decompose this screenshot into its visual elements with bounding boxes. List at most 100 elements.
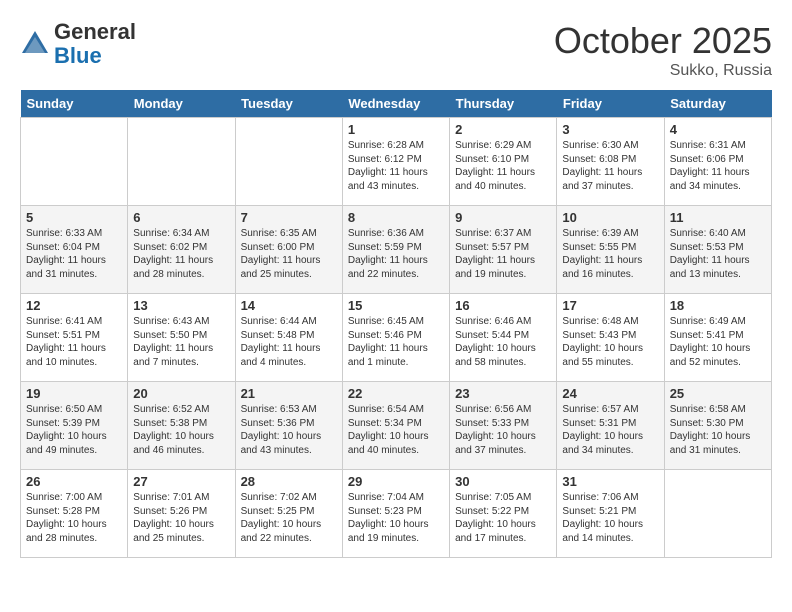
calendar-cell: 3 Sunrise: 6:30 AM Sunset: 6:08 PM Daylig… <box>557 118 664 206</box>
day-info: Sunrise: 7:06 AM Sunset: 5:21 PM Dayligh… <box>562 491 658 545</box>
day-number: 26 <box>26 474 122 489</box>
calendar-cell: 23 Sunrise: 6:56 AM Sunset: 5:33 PM Dayli… <box>450 382 557 470</box>
day-header-monday: Monday <box>128 90 235 118</box>
day-number: 16 <box>455 298 551 313</box>
calendar-cell: 9 Sunrise: 6:37 AM Sunset: 5:57 PM Daylig… <box>450 206 557 294</box>
day-info: Sunrise: 6:35 AM Sunset: 6:00 PM Dayligh… <box>241 227 337 281</box>
day-info: Sunrise: 7:05 AM Sunset: 5:22 PM Dayligh… <box>455 491 551 545</box>
calendar-week-1: 1 Sunrise: 6:28 AM Sunset: 6:12 PM Daylig… <box>21 118 772 206</box>
day-info: Sunrise: 7:00 AM Sunset: 5:28 PM Dayligh… <box>26 491 122 545</box>
day-number: 28 <box>241 474 337 489</box>
calendar-table: SundayMondayTuesdayWednesdayThursdayFrid… <box>20 90 772 558</box>
calendar-week-4: 19 Sunrise: 6:50 AM Sunset: 5:39 PM Dayli… <box>21 382 772 470</box>
day-number: 13 <box>133 298 229 313</box>
day-info: Sunrise: 6:53 AM Sunset: 5:36 PM Dayligh… <box>241 403 337 457</box>
day-info: Sunrise: 6:29 AM Sunset: 6:10 PM Dayligh… <box>455 139 551 193</box>
day-number: 30 <box>455 474 551 489</box>
day-number: 14 <box>241 298 337 313</box>
day-info: Sunrise: 6:37 AM Sunset: 5:57 PM Dayligh… <box>455 227 551 281</box>
day-info: Sunrise: 6:45 AM Sunset: 5:46 PM Dayligh… <box>348 315 444 369</box>
day-info: Sunrise: 6:52 AM Sunset: 5:38 PM Dayligh… <box>133 403 229 457</box>
calendar-cell: 2 Sunrise: 6:29 AM Sunset: 6:10 PM Daylig… <box>450 118 557 206</box>
calendar-cell: 22 Sunrise: 6:54 AM Sunset: 5:34 PM Dayli… <box>342 382 449 470</box>
logo-icon <box>20 29 50 59</box>
day-header-saturday: Saturday <box>664 90 771 118</box>
day-number: 1 <box>348 122 444 137</box>
day-info: Sunrise: 7:04 AM Sunset: 5:23 PM Dayligh… <box>348 491 444 545</box>
logo-blue-text: Blue <box>54 43 102 68</box>
calendar-cell: 6Sunrise: 6:34 AM Sunset: 6:02 PM Daylig… <box>128 206 235 294</box>
calendar-cell: 26 Sunrise: 7:00 AM Sunset: 5:28 PM Dayli… <box>21 470 128 558</box>
calendar-cell: 18 Sunrise: 6:49 AM Sunset: 5:41 PM Dayli… <box>664 294 771 382</box>
day-info: Sunrise: 7:02 AM Sunset: 5:25 PM Dayligh… <box>241 491 337 545</box>
day-info: Sunrise: 6:56 AM Sunset: 5:33 PM Dayligh… <box>455 403 551 457</box>
calendar-week-2: 5Sunrise: 6:33 AM Sunset: 6:04 PM Daylig… <box>21 206 772 294</box>
day-number: 22 <box>348 386 444 401</box>
day-info: Sunrise: 6:31 AM Sunset: 6:06 PM Dayligh… <box>670 139 766 193</box>
calendar-cell: 28 Sunrise: 7:02 AM Sunset: 5:25 PM Dayli… <box>235 470 342 558</box>
day-number: 23 <box>455 386 551 401</box>
day-info: Sunrise: 6:40 AM Sunset: 5:53 PM Dayligh… <box>670 227 766 281</box>
day-number: 27 <box>133 474 229 489</box>
day-number: 20 <box>133 386 229 401</box>
day-info: Sunrise: 6:28 AM Sunset: 6:12 PM Dayligh… <box>348 139 444 193</box>
day-info: Sunrise: 6:50 AM Sunset: 5:39 PM Dayligh… <box>26 403 122 457</box>
day-info: Sunrise: 6:49 AM Sunset: 5:41 PM Dayligh… <box>670 315 766 369</box>
day-number: 10 <box>562 210 658 225</box>
day-info: Sunrise: 6:43 AM Sunset: 5:50 PM Dayligh… <box>133 315 229 369</box>
calendar-week-5: 26 Sunrise: 7:00 AM Sunset: 5:28 PM Dayli… <box>21 470 772 558</box>
day-info: Sunrise: 7:01 AM Sunset: 5:26 PM Dayligh… <box>133 491 229 545</box>
calendar-cell: 8 Sunrise: 6:36 AM Sunset: 5:59 PM Daylig… <box>342 206 449 294</box>
day-number: 18 <box>670 298 766 313</box>
day-info: Sunrise: 6:36 AM Sunset: 5:59 PM Dayligh… <box>348 227 444 281</box>
day-number: 4 <box>670 122 766 137</box>
calendar-cell: 31 Sunrise: 7:06 AM Sunset: 5:21 PM Dayli… <box>557 470 664 558</box>
day-info: Sunrise: 6:48 AM Sunset: 5:43 PM Dayligh… <box>562 315 658 369</box>
day-header-thursday: Thursday <box>450 90 557 118</box>
day-header-sunday: Sunday <box>21 90 128 118</box>
day-info: Sunrise: 6:33 AM Sunset: 6:04 PM Dayligh… <box>26 227 122 281</box>
day-number: 3 <box>562 122 658 137</box>
day-info: Sunrise: 6:54 AM Sunset: 5:34 PM Dayligh… <box>348 403 444 457</box>
logo-general-text: General <box>54 19 136 44</box>
day-number: 24 <box>562 386 658 401</box>
calendar-cell: 11 Sunrise: 6:40 AM Sunset: 5:53 PM Dayli… <box>664 206 771 294</box>
day-number: 9 <box>455 210 551 225</box>
day-header-wednesday: Wednesday <box>342 90 449 118</box>
day-info: Sunrise: 6:57 AM Sunset: 5:31 PM Dayligh… <box>562 403 658 457</box>
month-title: October 2025 <box>554 20 772 62</box>
calendar-cell: 13 Sunrise: 6:43 AM Sunset: 5:50 PM Dayli… <box>128 294 235 382</box>
calendar-cell: 17 Sunrise: 6:48 AM Sunset: 5:43 PM Dayli… <box>557 294 664 382</box>
day-info: Sunrise: 6:58 AM Sunset: 5:30 PM Dayligh… <box>670 403 766 457</box>
calendar-cell: 27 Sunrise: 7:01 AM Sunset: 5:26 PM Dayli… <box>128 470 235 558</box>
day-info: Sunrise: 6:46 AM Sunset: 5:44 PM Dayligh… <box>455 315 551 369</box>
page-header: General Blue October 2025 Sukko, Russia <box>20 20 772 80</box>
calendar-cell <box>235 118 342 206</box>
day-info: Sunrise: 6:44 AM Sunset: 5:48 PM Dayligh… <box>241 315 337 369</box>
calendar-cell <box>128 118 235 206</box>
day-info: Sunrise: 6:39 AM Sunset: 5:55 PM Dayligh… <box>562 227 658 281</box>
day-number: 11 <box>670 210 766 225</box>
day-number: 25 <box>670 386 766 401</box>
day-info: Sunrise: 6:41 AM Sunset: 5:51 PM Dayligh… <box>26 315 122 369</box>
day-info: Sunrise: 6:30 AM Sunset: 6:08 PM Dayligh… <box>562 139 658 193</box>
day-number: 2 <box>455 122 551 137</box>
calendar-cell: 14 Sunrise: 6:44 AM Sunset: 5:48 PM Dayli… <box>235 294 342 382</box>
day-number: 7 <box>241 210 337 225</box>
day-number: 29 <box>348 474 444 489</box>
calendar-cell: 1 Sunrise: 6:28 AM Sunset: 6:12 PM Daylig… <box>342 118 449 206</box>
day-number: 19 <box>26 386 122 401</box>
calendar-cell <box>664 470 771 558</box>
day-number: 21 <box>241 386 337 401</box>
location-subtitle: Sukko, Russia <box>554 62 772 80</box>
day-number: 12 <box>26 298 122 313</box>
day-info: Sunrise: 6:34 AM Sunset: 6:02 PM Dayligh… <box>133 227 229 281</box>
day-header-tuesday: Tuesday <box>235 90 342 118</box>
calendar-cell: 16 Sunrise: 6:46 AM Sunset: 5:44 PM Dayli… <box>450 294 557 382</box>
day-number: 17 <box>562 298 658 313</box>
calendar-cell: 15Sunrise: 6:45 AM Sunset: 5:46 PM Dayli… <box>342 294 449 382</box>
day-number: 31 <box>562 474 658 489</box>
calendar-cell: 19 Sunrise: 6:50 AM Sunset: 5:39 PM Dayli… <box>21 382 128 470</box>
calendar-header-row: SundayMondayTuesdayWednesdayThursdayFrid… <box>21 90 772 118</box>
day-number: 8 <box>348 210 444 225</box>
